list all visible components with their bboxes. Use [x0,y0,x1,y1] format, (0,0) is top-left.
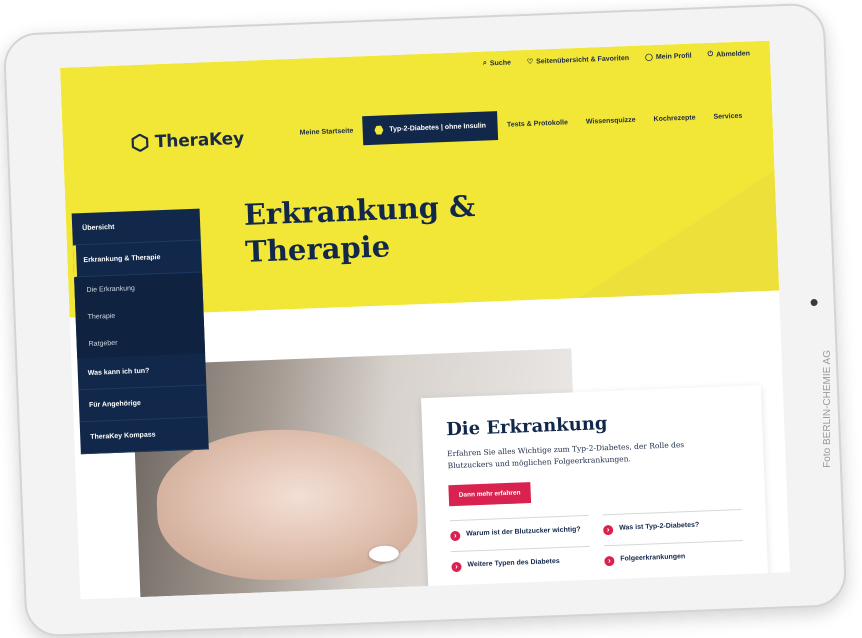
hexagon-logo-icon [131,133,149,153]
hero-shade [574,170,780,299]
utility-nav: ⌕ Suche ♡ Seitenübersicht & Favoriten ◯ Mei… [483,49,750,67]
arrow-right-icon: › [603,524,614,536]
nav-tests-protokolle[interactable]: Tests & Protokolle [497,109,577,139]
nav-services[interactable]: Services [704,102,752,131]
mehr-erfahren-button[interactable]: Dann mehr erfahren [448,482,531,507]
nav-typ2-label: Typ-2-Diabetes | ohne Insulin [389,122,487,134]
utility-search[interactable]: ⌕ Suche [483,59,511,68]
utility-logout[interactable]: ⏻ Abmelden [707,49,750,59]
nav-typ2-diabetes[interactable]: Typ-2-Diabetes | ohne Insulin [361,111,499,146]
camera-dot [810,298,818,307]
hexagon-icon [374,125,383,134]
arrow-right-icon: › [604,555,615,567]
sidebar-item-therakey-kompass[interactable]: TheraKey Kompass [79,417,209,455]
website-screen: ⌕ Suche ♡ Seitenübersicht & Favoriten ◯ Mei… [60,40,790,600]
link-folgeerkrankungen[interactable]: › Folgeerkrankungen [603,539,744,577]
tablet-frame: ⌕ Suche ♡ Seitenübersicht & Favoriten ◯ Mei… [2,2,848,638]
content-card: Die Erkrankung Erfahren Sie alles Wichti… [420,385,769,599]
sidebar-nav: Übersicht Erkrankung & Therapie Die Erkr… [71,208,209,455]
sidebar-item-was-kann-ich-tun[interactable]: Was kann ich tun? [77,353,207,391]
nav-meine-startseite[interactable]: Meine Startseite [290,117,363,147]
nav-kochrezepte[interactable]: Kochrezepte [644,104,705,133]
logo-text: TheraKey [154,128,245,153]
page-title-line2: Therapie [244,229,391,269]
user-icon: ◯ [644,54,654,62]
utility-profile[interactable]: ◯ Mein Profil [644,52,692,62]
arrow-right-icon: › [451,561,462,573]
photo-credit: Foto BERLIN-CHEMIE AG [822,350,833,468]
sidebar-item-fuer-angehoerige[interactable]: Für Angehörige [78,385,208,423]
therakey-logo[interactable]: TheraKey [131,128,245,153]
card-text: Erfahren Sie alles Wichtige zum Typ-2-Di… [446,440,685,471]
link-weitere-typen[interactable]: › Weitere Typen des Diabetes [450,545,591,583]
card-links: › Warum ist der Blutzucker wichtig? › Was … [449,508,744,583]
arrow-right-icon: › [450,530,461,542]
page-title: Erkrankung & Therapie [243,188,477,271]
nav-wissensquizze[interactable]: Wissensquizze [576,106,645,136]
utility-favorites[interactable]: ♡ Seitenübersicht & Favoriten [526,54,629,66]
heart-icon: ♡ [526,58,534,66]
main-nav: Meine Startseite Typ-2-Diabetes | ohne I… [290,101,752,148]
pill-image [368,545,400,563]
sidebar-item-uebersicht[interactable]: Übersicht [71,208,201,246]
power-icon: ⏻ [707,50,714,58]
sidebar-item-erkrankung-therapie[interactable]: Erkrankung & Therapie [72,240,203,278]
card-title: Die Erkrankung [445,413,608,441]
search-icon: ⌕ [482,59,488,67]
